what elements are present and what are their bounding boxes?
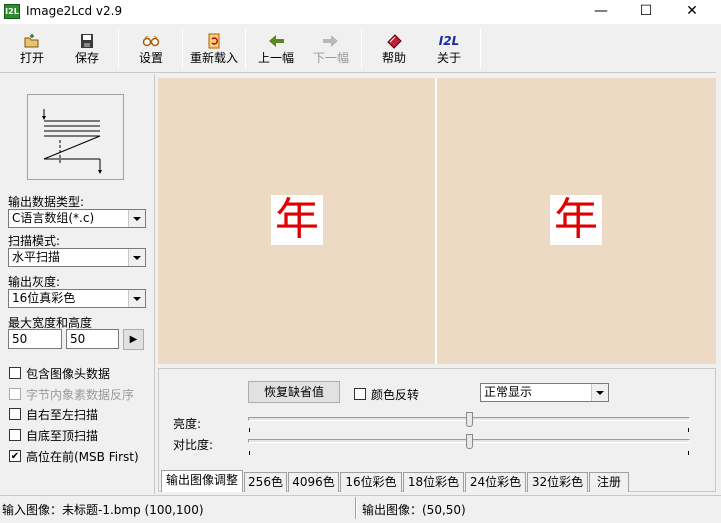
- include-header-label: 包含图像头数据: [26, 367, 111, 381]
- slider-tick: [249, 451, 250, 455]
- scan-mode-diagram: [27, 94, 124, 180]
- save-label: 保存: [74, 51, 99, 65]
- save-disk-icon: [81, 34, 93, 48]
- output-image-status: 输出图像：(50,50): [362, 503, 466, 517]
- close-button[interactable]: ✕: [669, 0, 715, 24]
- tab-4096-color[interactable]: 4096色: [288, 472, 339, 492]
- bottom-to-top-checkbox[interactable]: [9, 429, 21, 441]
- about-logo-icon: I2L: [438, 34, 460, 48]
- tab-18bit-color[interactable]: 18位彩色: [403, 472, 464, 492]
- contrast-slider-thumb[interactable]: [465, 434, 473, 449]
- open-folder-icon: [24, 34, 39, 48]
- right-to-left-label: 自右至左扫描: [26, 408, 99, 422]
- max-height-input[interactable]: 50: [66, 329, 119, 349]
- next-label: 下一幅: [312, 51, 349, 65]
- next-image-button[interactable]: 下一幅: [307, 25, 355, 73]
- window-title: Image2Lcd v2.9: [26, 4, 123, 18]
- status-separator: [355, 497, 357, 519]
- open-button[interactable]: 打开: [8, 25, 56, 73]
- brightness-slider-thumb[interactable]: [465, 412, 473, 427]
- tab-256-color[interactable]: 256色: [244, 472, 287, 492]
- tab-16bit-color[interactable]: 16位彩色: [340, 472, 402, 492]
- scan-mode-select[interactable]: 水平扫描: [8, 248, 146, 267]
- restore-defaults-button[interactable]: 恢复缺省值: [248, 381, 340, 403]
- include-header-checkbox[interactable]: [9, 367, 21, 379]
- brightness-label: 亮度:: [173, 417, 202, 431]
- preview-divider: [435, 78, 437, 364]
- settings-panel: 输出数据类型: C语言数组(*.c) 扫描模式: 水平扫描 输出灰度: 16位真…: [0, 74, 155, 494]
- invert-color-label: 颜色反转: [371, 388, 420, 402]
- arrow-right-icon: [323, 35, 338, 47]
- preview-area: 年 年: [158, 78, 716, 364]
- maximize-button[interactable]: ☐: [623, 0, 669, 24]
- title-bar: I2L Image2Lcd v2.9 — ☐ ✕: [0, 0, 721, 24]
- output-image-preview: 年: [550, 195, 602, 245]
- slider-tick: [688, 428, 689, 432]
- settings-button[interactable]: 设置: [127, 25, 175, 73]
- help-book-icon: [387, 34, 402, 49]
- gray-level-value: 16位真彩色: [12, 291, 76, 305]
- arrow-left-icon: [269, 35, 284, 47]
- tab-output-adjust[interactable]: 输出图像调整: [161, 470, 243, 492]
- scan-mode-label: 扫描模式:: [8, 234, 61, 248]
- reverse-pixel-label: 字节内象素数据反序: [26, 388, 135, 402]
- reload-icon: [208, 33, 220, 49]
- output-type-value: C语言数组(*.c): [12, 211, 95, 225]
- help-label: 帮助: [381, 51, 406, 65]
- about-button[interactable]: I2L 关于: [425, 25, 473, 73]
- horizontal-scan-icon: [42, 109, 102, 174]
- bottom-to-top-label: 自底至顶扫描: [26, 429, 99, 443]
- tab-24bit-color[interactable]: 24位彩色: [465, 472, 526, 492]
- gray-level-label: 输出灰度:: [8, 275, 61, 289]
- settings-label: 设置: [138, 51, 163, 65]
- prev-image-button[interactable]: 上一幅: [252, 25, 300, 73]
- max-width-input[interactable]: 50: [8, 329, 62, 349]
- input-image-status: 输入图像：未标题-1.bmp (100,100): [2, 503, 204, 517]
- input-image-preview: 年: [271, 195, 323, 245]
- help-button[interactable]: 帮助: [370, 25, 418, 73]
- output-type-select[interactable]: C语言数组(*.c): [8, 209, 146, 228]
- slider-tick: [688, 451, 689, 455]
- prev-label: 上一幅: [257, 51, 294, 65]
- output-type-label: 输出数据类型:: [8, 195, 85, 209]
- slider-tick: [249, 428, 250, 432]
- toolbar-separator: [480, 29, 481, 69]
- gray-level-select[interactable]: 16位真彩色: [8, 289, 146, 308]
- display-mode-select[interactable]: 正常显示: [480, 383, 609, 402]
- chevron-down-icon[interactable]: [128, 249, 145, 266]
- apply-size-button[interactable]: ▶: [123, 329, 144, 350]
- toolbar-separator: [245, 29, 246, 69]
- msb-first-label: 高位在前(MSB First): [26, 450, 139, 464]
- toolbar-separator: [118, 29, 119, 69]
- open-label: 打开: [19, 51, 44, 65]
- app-icon: I2L: [4, 4, 20, 19]
- chevron-down-icon[interactable]: [128, 210, 145, 227]
- tab-register[interactable]: 注册: [589, 472, 629, 492]
- glasses-icon: [142, 35, 160, 47]
- reload-label: 重新载入: [189, 51, 238, 65]
- invert-color-checkbox[interactable]: [354, 388, 366, 400]
- scan-mode-value: 水平扫描: [12, 250, 61, 264]
- tab-32bit-color[interactable]: 32位彩色: [527, 472, 588, 492]
- minimize-button[interactable]: —: [578, 0, 624, 24]
- about-label: 关于: [436, 51, 461, 65]
- right-to-left-checkbox[interactable]: [9, 408, 21, 420]
- toolbar-separator: [182, 29, 183, 69]
- display-mode-value: 正常显示: [484, 385, 533, 399]
- msb-first-checkbox[interactable]: ✔: [9, 450, 21, 462]
- reload-button[interactable]: 重新载入: [186, 25, 242, 73]
- reverse-pixel-checkbox[interactable]: [9, 388, 21, 400]
- chevron-down-icon[interactable]: [128, 290, 145, 307]
- chevron-down-icon[interactable]: [591, 384, 608, 401]
- contrast-label: 对比度:: [173, 438, 214, 452]
- toolbar-separator: [361, 29, 362, 69]
- toolbar: 打开 保存 设置 重新载入 上一幅 下一幅 帮助 I2L 关于: [0, 25, 716, 73]
- save-button[interactable]: 保存: [63, 25, 111, 73]
